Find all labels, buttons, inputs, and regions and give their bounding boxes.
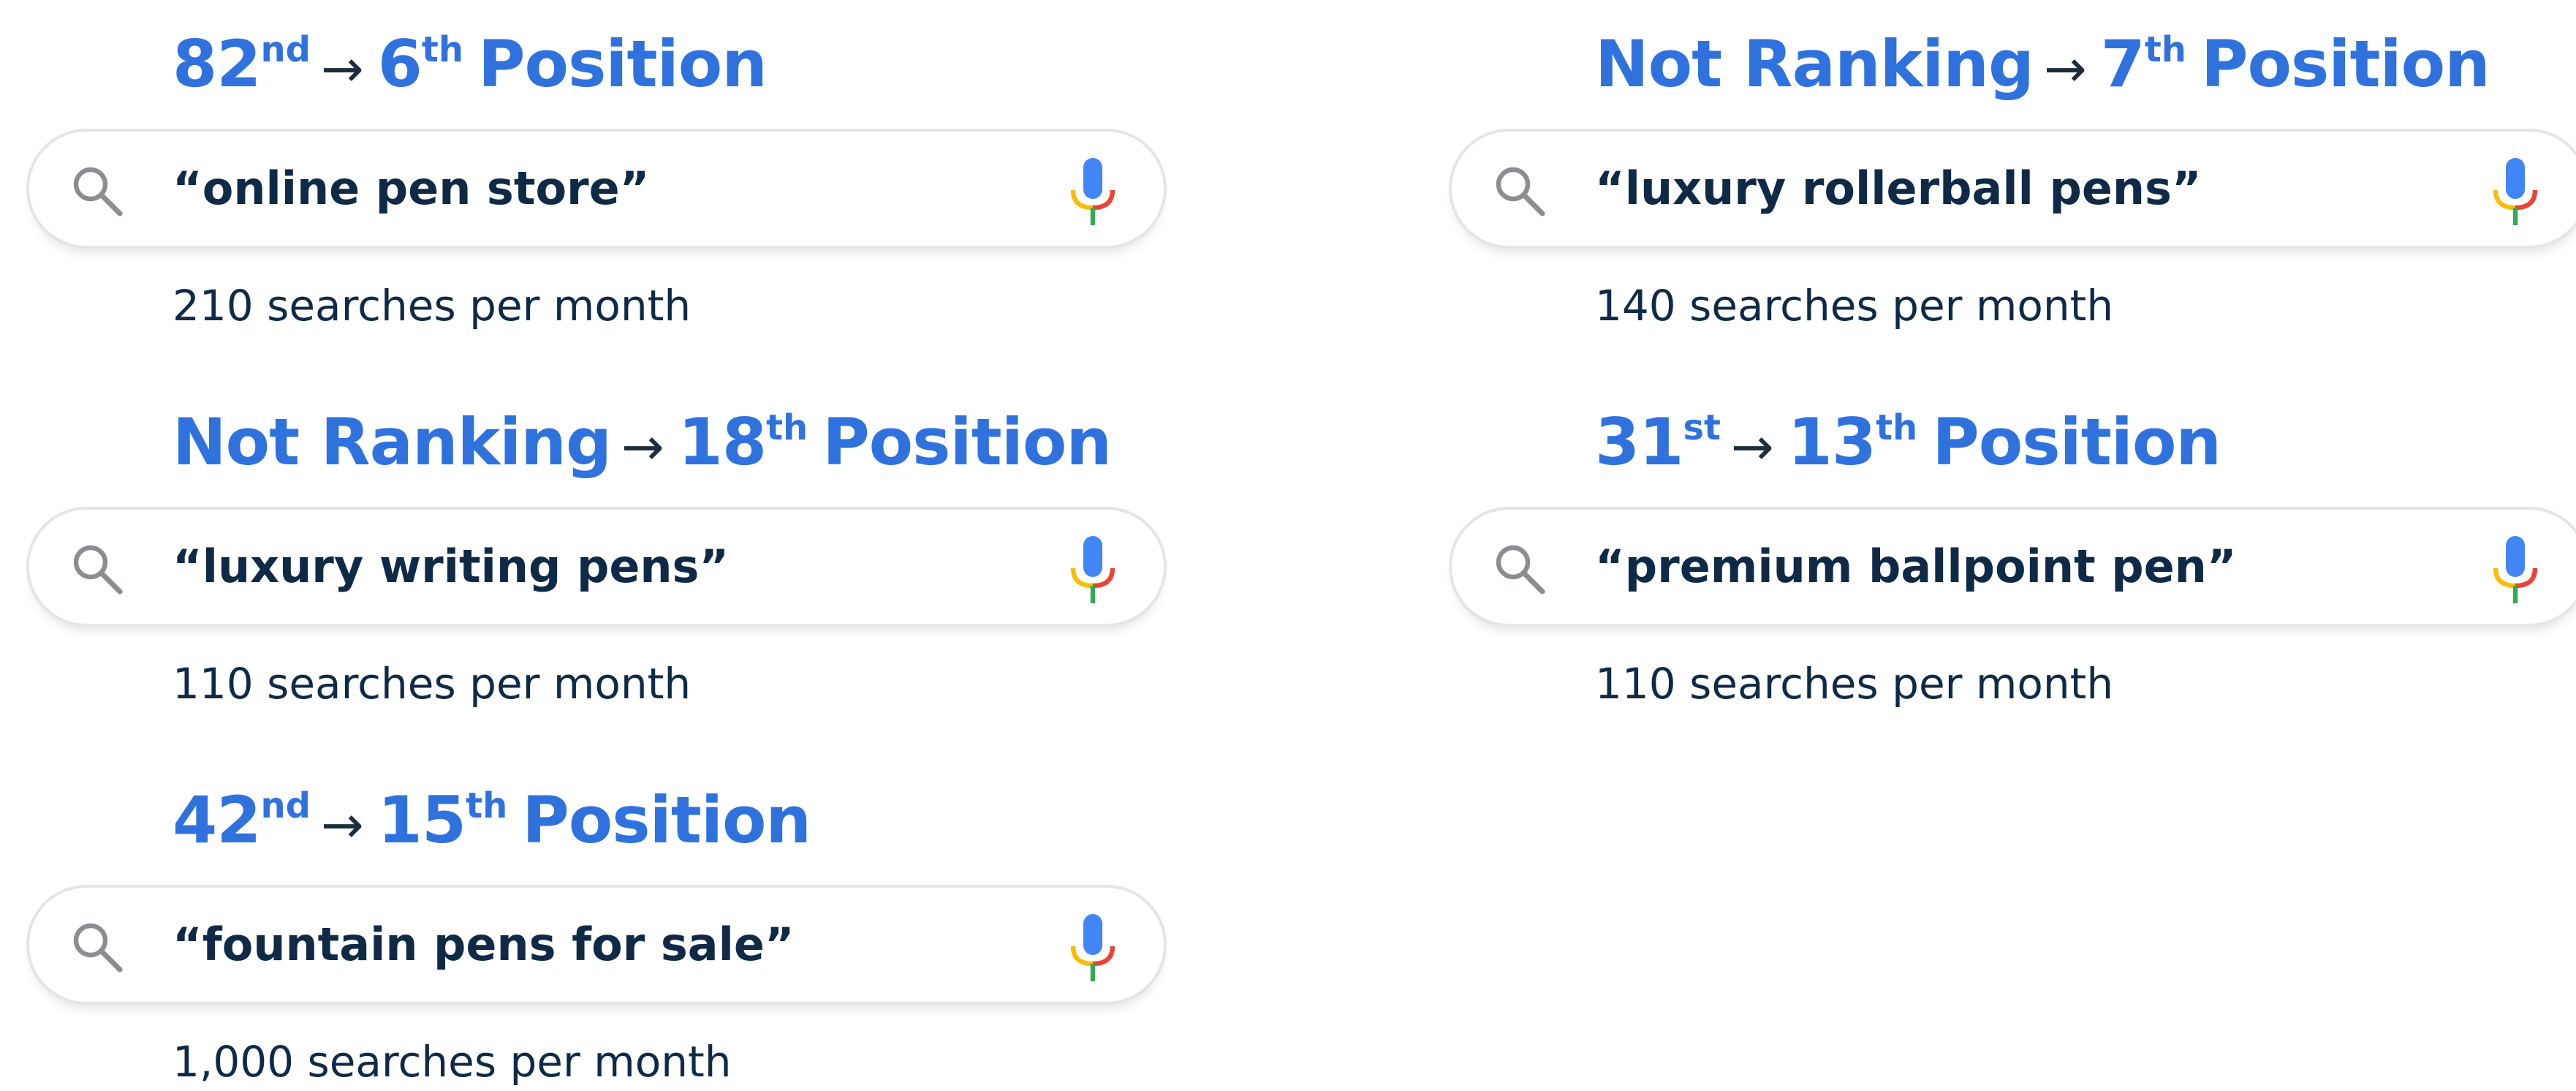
position-label: Position xyxy=(2200,26,2490,102)
arrow-right-icon: → xyxy=(621,417,664,477)
new-rank-suffix: th xyxy=(766,407,808,448)
monthly-searches: 140 searches per month xyxy=(1595,281,2114,331)
position-label: Position xyxy=(822,404,1112,480)
new-rank: 18 xyxy=(678,404,767,480)
search-query[interactable]: “luxury writing pens” xyxy=(173,510,729,624)
position-label: Position xyxy=(478,26,768,102)
search-query[interactable]: “fountain pens for sale” xyxy=(173,888,795,1002)
new-rank-suffix: th xyxy=(1876,407,1918,448)
new-rank: 7 xyxy=(2100,26,2145,102)
previous-rank-suffix: nd xyxy=(260,785,311,826)
search-icon xyxy=(73,167,123,216)
microphone-icon[interactable] xyxy=(1067,158,1118,225)
microphone-icon[interactable] xyxy=(2490,536,2541,603)
previous-rank: 82 xyxy=(173,26,261,102)
microphone-icon[interactable] xyxy=(1067,914,1118,981)
new-rank: 15 xyxy=(377,782,466,858)
search-icon xyxy=(1496,545,1545,594)
new-rank-suffix: th xyxy=(466,785,508,826)
arrow-right-icon: → xyxy=(321,39,364,99)
arrow-right-icon: → xyxy=(321,795,364,855)
search-bar[interactable]: “fountain pens for sale” xyxy=(26,885,1167,1005)
ranking-heading: Not Ranking → 18th Position xyxy=(173,399,1112,486)
arrow-right-icon: → xyxy=(1730,417,1774,477)
arrow-right-icon: → xyxy=(2043,39,2087,99)
new-rank-suffix: th xyxy=(421,29,464,70)
previous-rank-suffix: nd xyxy=(260,29,311,70)
microphone-icon[interactable] xyxy=(1067,536,1118,603)
search-bar[interactable]: “online pen store” xyxy=(26,129,1167,249)
position-label: Position xyxy=(522,782,811,858)
ranking-heading: 42nd → 15th Position xyxy=(173,777,811,864)
monthly-searches: 110 searches per month xyxy=(1595,659,2114,709)
search-bar[interactable]: “luxury writing pens” xyxy=(26,507,1167,627)
ranking-heading: 31st → 13th Position xyxy=(1595,399,2221,486)
search-query[interactable]: “luxury rollerball pens” xyxy=(1595,132,2202,246)
search-bar[interactable]: “premium ballpoint pen” xyxy=(1449,507,2576,627)
search-query[interactable]: “online pen store” xyxy=(173,132,649,246)
search-icon xyxy=(73,923,123,973)
previous-rank: 31 xyxy=(1595,404,1683,480)
previous-rank: 42 xyxy=(173,782,261,858)
search-icon xyxy=(1496,167,1545,216)
microphone-icon[interactable] xyxy=(2490,158,2541,225)
monthly-searches: 110 searches per month xyxy=(173,659,692,709)
position-label: Position xyxy=(1932,404,2221,480)
search-query[interactable]: “premium ballpoint pen” xyxy=(1595,510,2237,624)
search-icon xyxy=(73,545,123,594)
ranking-heading: Not Ranking → 7th Position xyxy=(1595,20,2490,108)
new-rank: 13 xyxy=(1787,404,1876,480)
monthly-searches: 210 searches per month xyxy=(173,281,692,331)
new-rank-suffix: th xyxy=(2144,29,2186,70)
previous-rank: Not Ranking xyxy=(1595,26,2034,102)
new-rank: 6 xyxy=(377,26,423,102)
ranking-heading: 82nd → 6th Position xyxy=(173,20,768,108)
previous-rank-suffix: st xyxy=(1683,407,1721,448)
monthly-searches: 1,000 searches per month xyxy=(173,1037,732,1087)
previous-rank: Not Ranking xyxy=(173,404,612,480)
search-bar[interactable]: “luxury rollerball pens” xyxy=(1449,129,2576,249)
